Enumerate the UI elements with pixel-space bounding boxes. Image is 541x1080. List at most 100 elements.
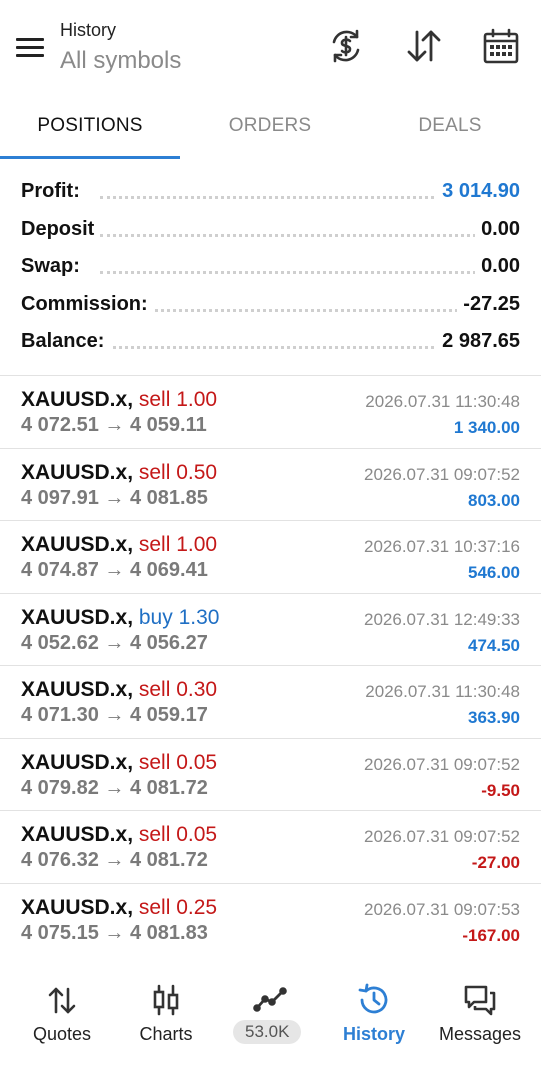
list-item[interactable]: XAUUSD.x, sell 1.00 4 074.87 → 4 069.41 … (0, 520, 541, 593)
deal-side: sell 0.25 (138, 895, 218, 919)
arrow-icon: → (104, 921, 125, 944)
close-price: 4 081.83 (129, 921, 208, 944)
close-price: 4 059.11 (129, 414, 207, 436)
deal-symbol: XAUUSD.x, (21, 823, 134, 846)
summary-row-swap: Swap: 0.00 (0, 247, 541, 285)
deal-symbol: XAUUSD.x, (21, 460, 134, 484)
tab-positions[interactable]: POSITIONS (0, 103, 180, 161)
summary-label: Balance: (21, 330, 111, 353)
currency-exchange-icon[interactable] (326, 26, 366, 66)
close-price: 4 069.41 (129, 559, 208, 581)
nav-quotes[interactable]: Quotes (8, 968, 116, 1080)
page-title: History (60, 20, 117, 40)
deal-side: sell 1.00 (138, 388, 218, 411)
deal-time: 2026.07.31 11:30:48 (365, 392, 520, 411)
nav-label: Quotes (32, 1024, 92, 1044)
summary-label: Commission: (21, 292, 154, 316)
deal-profit: 474.50 (468, 635, 520, 655)
sort-icon[interactable] (404, 26, 444, 66)
list-item[interactable]: XAUUSD.x, buy 1.30 4 052.62 → 4 056.27 2… (0, 592, 541, 666)
open-price: 4 072.51 (21, 414, 99, 436)
deal-side: sell 0.05 (138, 823, 218, 846)
nav-label: Charts (139, 1024, 193, 1044)
deal-symbol: XAUUSD.x, (21, 388, 134, 411)
tab-orders[interactable]: ORDERS (180, 103, 360, 161)
deal-side: buy 1.30 (138, 605, 220, 629)
open-price: 4 071.30 (21, 704, 99, 726)
trade-volume-badge: 53.0K (233, 1020, 302, 1044)
positions-list: XAUUSD.x, sell 1.00 4 072.51 → 4 059.11 … (0, 375, 541, 955)
arrow-icon: → (104, 704, 125, 726)
deal-profit: -27.00 (471, 853, 520, 872)
summary-value: 3 014.90 (436, 180, 520, 203)
deal-profit: 1 340.00 (453, 418, 520, 437)
list-item[interactable]: XAUUSD.x, sell 0.50 4 097.91 → 4 081.85 … (0, 447, 541, 521)
summary-value: 2 987.65 (436, 330, 520, 353)
nav-history[interactable]: History (320, 968, 428, 1080)
close-price: 4 059.17 (129, 704, 208, 726)
deal-profit: 546.00 (468, 563, 520, 582)
close-price: 4 081.85 (129, 486, 208, 509)
tab-bar: POSITIONS ORDERS DEALS (0, 103, 541, 161)
deal-side: sell 0.05 (138, 750, 218, 774)
open-price: 4 052.62 (21, 631, 99, 654)
deal-time: 2026.07.31 12:49:33 (364, 609, 520, 629)
dotted-leader (100, 308, 501, 312)
deal-symbol: XAUUSD.x, (21, 533, 134, 556)
deal-profit: 363.90 (468, 708, 520, 727)
arrow-icon: → (104, 631, 125, 654)
calendar-icon[interactable] (481, 26, 521, 66)
list-item[interactable]: XAUUSD.x, sell 1.00 4 072.51 → 4 059.11 … (0, 375, 541, 448)
dotted-leader (100, 271, 501, 274)
arrow-icon: → (104, 776, 125, 799)
deal-symbol: XAUUSD.x, (21, 750, 134, 774)
nav-messages[interactable]: Messages (426, 968, 534, 1080)
list-item[interactable]: XAUUSD.x, sell 0.05 4 079.82 → 4 081.72 … (0, 737, 541, 811)
summary-row-deposit: Deposit 0.00 (0, 210, 541, 248)
summary-row-commission: Commission: -27.25 (0, 285, 541, 323)
summary-value: 0.00 (475, 255, 520, 278)
arrow-icon: → (104, 849, 125, 871)
app-header: History All symbols (0, 0, 541, 95)
summary-row-balance: Balance: 2 987.65 (0, 322, 541, 360)
tab-deals[interactable]: DEALS (360, 103, 540, 161)
nav-label: History (342, 1024, 405, 1044)
quotes-icon (48, 987, 76, 1014)
messages-icon (464, 985, 496, 1016)
deal-side: sell 1.00 (138, 533, 218, 556)
deal-symbol: XAUUSD.x, (21, 678, 134, 701)
deal-side: sell 0.50 (138, 460, 218, 484)
open-price: 4 097.91 (21, 486, 99, 509)
summary-panel: Profit: 3 014.90 Deposit 0.00 Swap: 0.00… (0, 172, 541, 360)
trade-line-icon (253, 987, 287, 1012)
nav-charts[interactable]: Charts (112, 968, 220, 1080)
open-price: 4 074.87 (21, 559, 99, 581)
nav-label: Messages (438, 1024, 522, 1044)
list-item[interactable]: XAUUSD.x, sell 0.30 4 071.30 → 4 059.17 … (0, 665, 541, 738)
deal-time: 2026.07.31 09:07:52 (364, 754, 520, 774)
summary-row-profit: Profit: 3 014.90 (0, 172, 541, 210)
dotted-leader (100, 233, 501, 237)
open-price: 4 075.15 (21, 921, 99, 944)
summary-value: 0.00 (475, 217, 520, 241)
menu-icon[interactable] (14, 34, 46, 60)
active-tab-indicator (0, 156, 180, 159)
arrow-icon: → (104, 559, 125, 581)
summary-label: Swap: (21, 255, 86, 278)
summary-value: -27.25 (457, 292, 520, 316)
deal-symbol: XAUUSD.x, (21, 895, 134, 919)
deal-side: sell 0.30 (138, 678, 218, 701)
open-price: 4 079.82 (21, 776, 99, 799)
history-icon (358, 983, 388, 1014)
list-item[interactable]: XAUUSD.x, sell 0.05 4 076.32 → 4 081.72 … (0, 810, 541, 883)
symbol-filter[interactable]: All symbols (60, 47, 181, 75)
deal-profit: 803.00 (468, 490, 520, 510)
close-price: 4 081.72 (129, 776, 208, 799)
summary-label: Deposit (21, 217, 101, 241)
close-price: 4 056.27 (129, 631, 208, 654)
deal-time: 2026.07.31 09:07:52 (364, 827, 520, 846)
list-item[interactable]: XAUUSD.x, sell 0.25 4 075.15 → 4 081.83 … (0, 882, 541, 956)
arrow-icon: → (104, 414, 125, 436)
deal-time: 2026.07.31 09:07:52 (364, 464, 520, 484)
bottom-nav: Quotes Charts 53.0K History Messages (0, 968, 541, 1080)
